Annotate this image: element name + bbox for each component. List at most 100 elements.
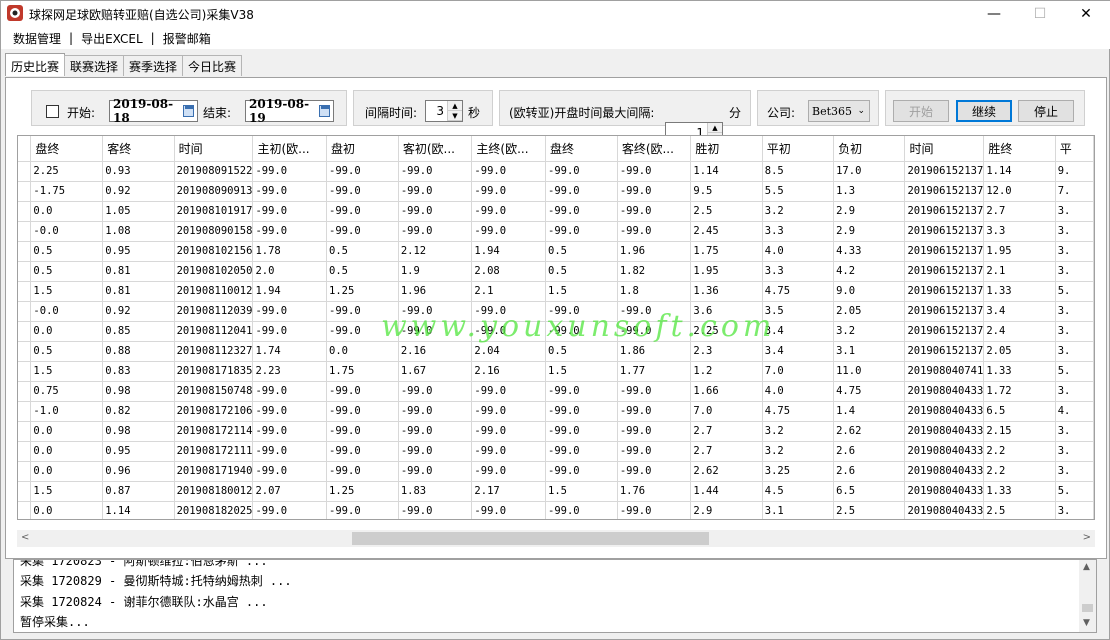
table-cell[interactable]: -99.0 bbox=[471, 181, 546, 202]
table-cell[interactable]: 3.2 bbox=[762, 441, 835, 462]
table-cell[interactable]: -99.0 bbox=[471, 501, 546, 519]
table-cell[interactable]: -99.0 bbox=[252, 301, 328, 322]
table-cell[interactable]: 201908112041 bbox=[174, 321, 254, 342]
table-cell[interactable]: 4.33 bbox=[833, 241, 906, 262]
start-date-picker[interactable]: 2019-08-18 bbox=[109, 97, 198, 125]
table-cell[interactable]: 3. bbox=[1055, 341, 1094, 362]
table-row[interactable]: -0.0 0.92 201908112039 -99.0 -99.0 -99.0 -99.0… bbox=[18, 301, 1094, 322]
table-cell[interactable]: -0.0 bbox=[30, 221, 104, 242]
table-cell[interactable]: 0.5 bbox=[545, 241, 618, 262]
minimize-button[interactable]: — bbox=[971, 1, 1017, 27]
row-gutter[interactable] bbox=[18, 201, 32, 222]
table-cell[interactable]: 1.5 bbox=[545, 281, 618, 302]
table-cell[interactable]: 3. bbox=[1055, 461, 1094, 482]
table-cell[interactable]: 0.0 bbox=[30, 201, 104, 222]
table-cell[interactable]: -99.0 bbox=[617, 421, 692, 442]
table-cell[interactable]: 0.75 bbox=[30, 381, 104, 402]
table-cell[interactable]: 0.5 bbox=[30, 341, 104, 362]
table-row[interactable]: 0.5 0.88 201908112327 1.74 0.0 2.16 2.04 0.5 1.8… bbox=[18, 341, 1094, 362]
table-cell[interactable]: 0.5 bbox=[30, 241, 104, 262]
table-cell[interactable]: 3.5 bbox=[762, 301, 835, 322]
table-cell[interactable]: 1.75 bbox=[690, 241, 763, 262]
table-cell[interactable]: 0.0 bbox=[30, 441, 104, 462]
table-cell[interactable]: 0.95 bbox=[102, 441, 175, 462]
table-cell[interactable]: 201908040433 bbox=[904, 461, 985, 482]
table-cell[interactable]: 1.5 bbox=[30, 361, 104, 382]
table-row[interactable]: 1.5 0.83 201908171835 2.23 1.75 1.67 2.16 1.5 1.… bbox=[18, 361, 1094, 382]
table-cell[interactable]: 2.04 bbox=[471, 341, 546, 362]
table-cell[interactable]: 2.15 bbox=[983, 421, 1056, 442]
scroll-down-icon[interactable]: ▼ bbox=[1083, 618, 1090, 628]
table-cell[interactable]: -99.0 bbox=[252, 441, 328, 462]
calendar-icon[interactable] bbox=[182, 105, 194, 117]
table-cell[interactable]: -99.0 bbox=[545, 441, 618, 462]
table-cell[interactable]: -99.0 bbox=[398, 181, 473, 202]
table-cell[interactable]: 201908102050 bbox=[174, 261, 254, 282]
table-cell[interactable]: 7. bbox=[1055, 181, 1094, 202]
table-cell[interactable]: 201906152137 bbox=[904, 321, 985, 342]
table-cell[interactable]: -99.0 bbox=[252, 181, 328, 202]
table-cell[interactable]: 1.83 bbox=[398, 481, 473, 502]
table-cell[interactable]: -99.0 bbox=[545, 321, 618, 342]
table-cell[interactable]: 1.8 bbox=[617, 281, 692, 302]
table-row[interactable]: 0.0 1.14 201908182025 -99.0 -99.0 -99.0 -99.0-… bbox=[18, 501, 1094, 519]
table-cell[interactable]: -99.0 bbox=[326, 401, 399, 422]
table-cell[interactable]: 1.33 bbox=[983, 361, 1056, 382]
table-cell[interactable]: -99.0 bbox=[545, 501, 618, 519]
table-cell[interactable]: 1.33 bbox=[983, 281, 1056, 302]
table-cell[interactable]: 1.66 bbox=[690, 381, 763, 402]
table-cell[interactable]: -99.0 bbox=[398, 221, 473, 242]
table-cell[interactable]: 0.0 bbox=[30, 421, 104, 442]
column-header[interactable]: 时间 bbox=[174, 136, 254, 162]
table-cell[interactable]: 7.0 bbox=[690, 401, 763, 422]
table-cell[interactable]: -99.0 bbox=[326, 421, 399, 442]
calendar-icon[interactable] bbox=[318, 105, 330, 117]
table-cell[interactable]: -99.0 bbox=[326, 321, 399, 342]
table-row[interactable]: 0.0 0.98 201908172114 -99.0 -99.0 -99.0 -99.0-… bbox=[18, 421, 1094, 442]
table-cell[interactable]: -99.0 bbox=[545, 461, 618, 482]
row-gutter[interactable] bbox=[18, 321, 32, 342]
table-cell[interactable]: 2.0 bbox=[252, 261, 328, 282]
table-cell[interactable]: 0.93 bbox=[102, 161, 175, 182]
table-cell[interactable]: 201906152137 bbox=[904, 221, 985, 242]
table-cell[interactable]: 2.1 bbox=[983, 261, 1056, 282]
table-cell[interactable]: -99.0 bbox=[617, 441, 692, 462]
column-header[interactable]: 平初 bbox=[762, 136, 835, 162]
table-cell[interactable]: 4.5 bbox=[762, 481, 835, 502]
table-cell[interactable]: -99.0 bbox=[545, 421, 618, 442]
table-cell[interactable]: 201906152137 bbox=[904, 261, 985, 282]
table-cell[interactable]: 1.25 bbox=[326, 481, 399, 502]
table-cell[interactable]: -1.0 bbox=[30, 401, 104, 422]
table-cell[interactable]: -99.0 bbox=[545, 381, 618, 402]
table-cell[interactable]: 1.08 bbox=[102, 221, 175, 242]
table-cell[interactable]: 201908172106 bbox=[174, 401, 254, 422]
table-cell[interactable]: 2.5 bbox=[690, 201, 763, 222]
row-gutter[interactable] bbox=[18, 401, 32, 422]
table-cell[interactable]: 5. bbox=[1055, 361, 1094, 382]
column-header[interactable]: 盘终 bbox=[545, 136, 618, 162]
company-select[interactable]: Bet365 ⌄ bbox=[808, 100, 870, 122]
table-cell[interactable]: 201908182025 bbox=[174, 501, 254, 519]
table-cell[interactable]: 2.4 bbox=[983, 321, 1056, 342]
table-cell[interactable]: -99.0 bbox=[398, 421, 473, 442]
table-cell[interactable]: 3. bbox=[1055, 381, 1094, 402]
table-cell[interactable]: -99.0 bbox=[398, 461, 473, 482]
table-cell[interactable]: 9.5 bbox=[690, 181, 763, 202]
table-cell[interactable]: 2.17 bbox=[471, 481, 546, 502]
row-gutter[interactable] bbox=[18, 301, 32, 322]
table-cell[interactable]: 3.4 bbox=[762, 341, 835, 362]
spin-down-icon[interactable]: ▼ bbox=[448, 111, 462, 121]
table-cell[interactable]: 1.5 bbox=[545, 361, 618, 382]
table-cell[interactable]: 12.0 bbox=[983, 181, 1056, 202]
table-cell[interactable]: 0.0 bbox=[30, 501, 104, 519]
table-cell[interactable]: 0.5 bbox=[30, 261, 104, 282]
table-cell[interactable]: 4.2 bbox=[833, 261, 906, 282]
table-cell[interactable]: -99.0 bbox=[545, 221, 618, 242]
table-cell[interactable]: 201908040433 bbox=[904, 481, 985, 502]
table-cell[interactable]: 3.2 bbox=[833, 321, 906, 342]
table-cell[interactable]: 1.9 bbox=[398, 261, 473, 282]
table-cell[interactable]: -99.0 bbox=[545, 161, 618, 182]
spinner-arrows[interactable]: ▲ ▼ bbox=[447, 101, 462, 121]
table-cell[interactable]: 201908110012 bbox=[174, 281, 254, 302]
table-cell[interactable]: 9.0 bbox=[833, 281, 906, 302]
